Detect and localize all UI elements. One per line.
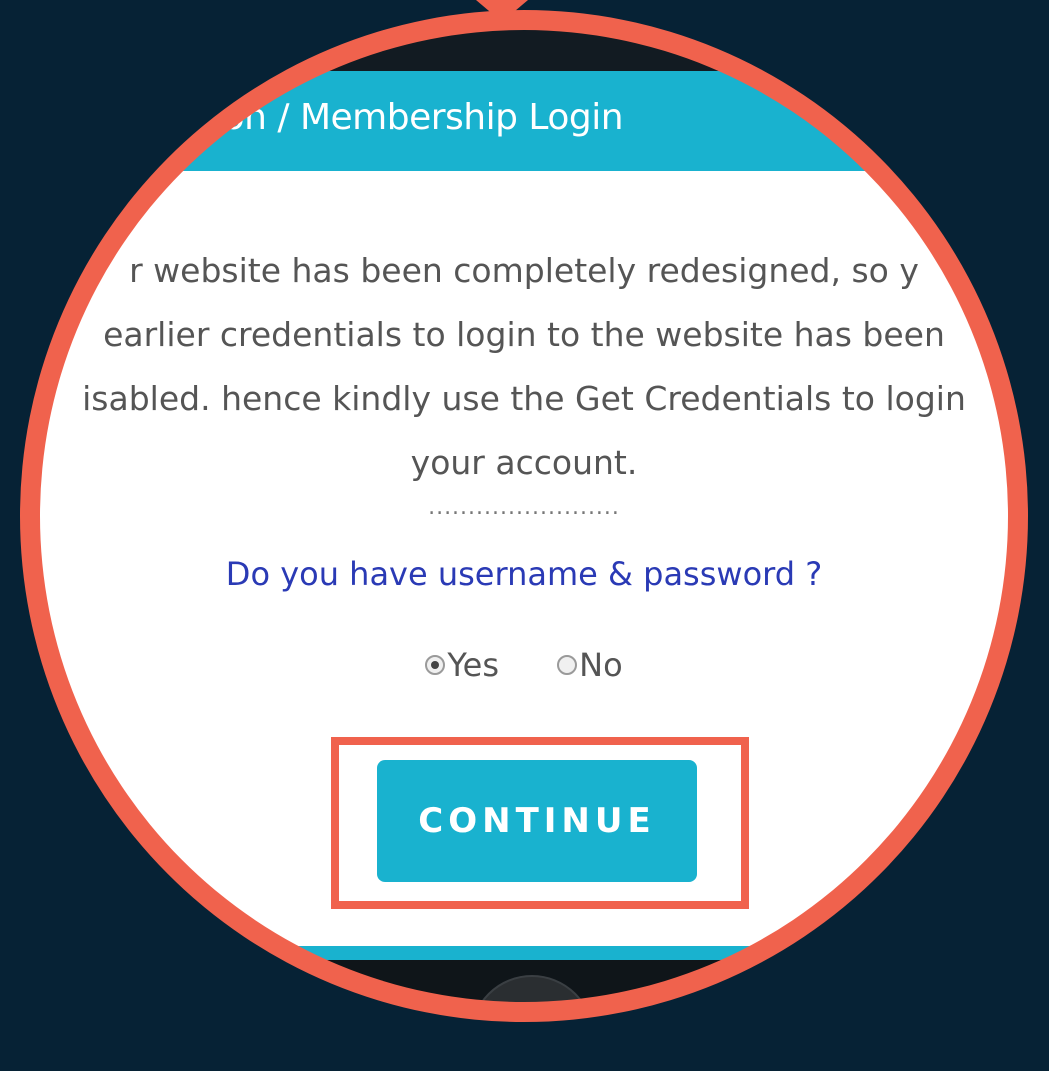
phone-top-bezel [32,15,1016,71]
info-message-line: isabled. hence kindly use the Get Creden… [82,379,966,418]
info-message: r website has been completely redesigned… [32,239,1016,495]
modal-footer-bar [32,946,1016,960]
info-message-line: your account. [410,443,638,482]
radio-no-button[interactable] [557,655,578,675]
credentials-question: Do you have username & password ? [225,555,823,593]
radio-yes-label: Yes [447,646,499,684]
radio-yes-button[interactable] [425,655,446,675]
screenshot-stage: tration / Membership Login r website has… [0,0,1049,1071]
info-message-line: earlier credentials to login to the webs… [103,315,945,354]
continue-button[interactable]: CONTINUE [377,760,697,882]
radio-yes[interactable]: Yes [425,646,499,684]
credentials-radio-group: Yes No [32,645,1016,684]
separator: ........................ [428,495,620,520]
modal-title: tration / Membership Login [150,97,624,138]
radio-no[interactable]: No [557,646,623,684]
magnifier-lens: tration / Membership Login r website has… [32,15,1016,1003]
info-message-line: r website has been completely redesigned… [129,251,919,290]
radio-no-label: No [579,646,623,684]
